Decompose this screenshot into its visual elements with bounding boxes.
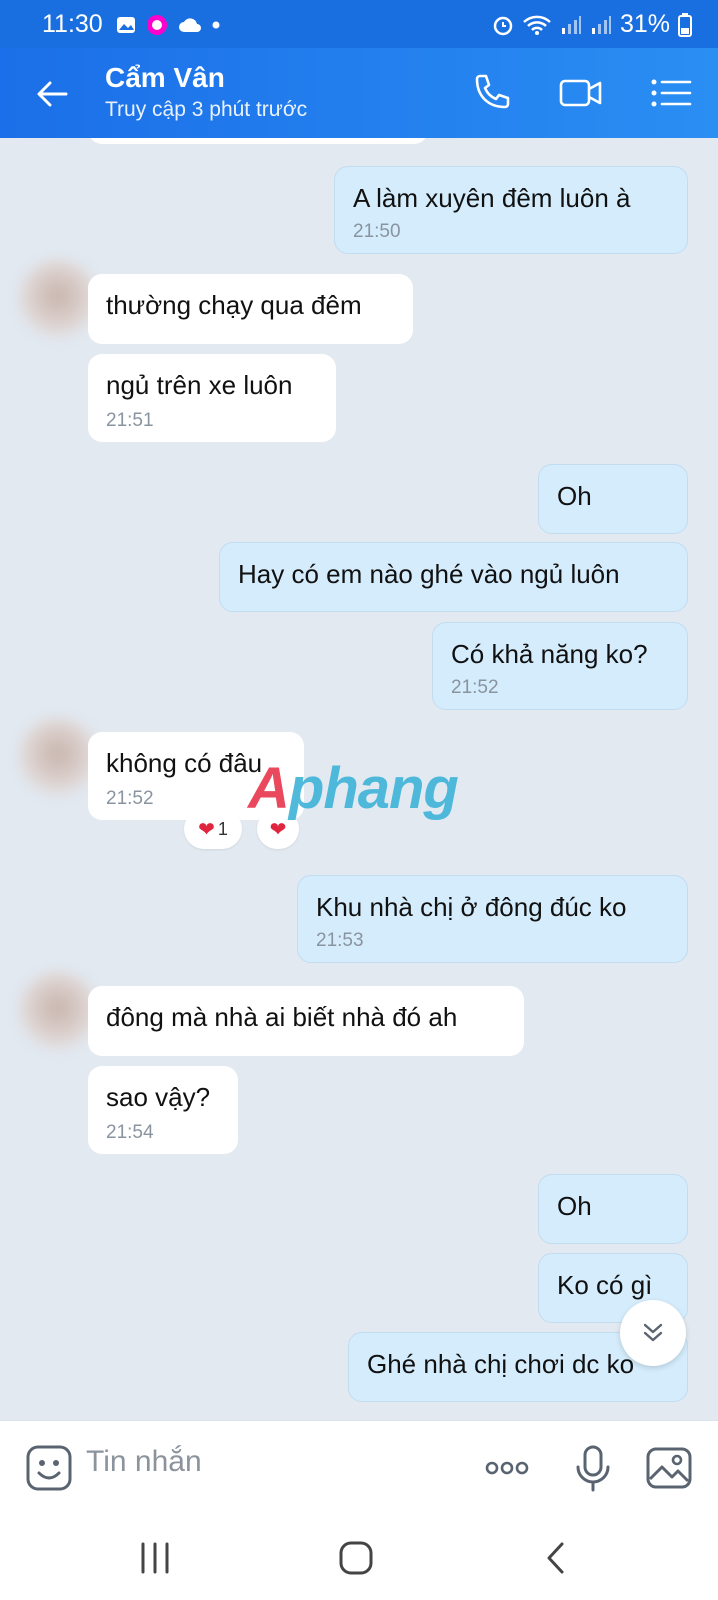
message-text: đông mà nhà ai biết nhà đó ah — [106, 1002, 458, 1032]
message-time: 21:52 — [106, 788, 154, 809]
message-text: Khu nhà chị ở đông đúc ko — [316, 892, 627, 922]
microphone-icon[interactable] — [568, 1443, 618, 1493]
watermark-rest: phang — [288, 756, 459, 821]
message-text: ngủ trên xe luôn — [106, 370, 293, 400]
message-bubble-partial — [88, 138, 428, 144]
back-arrow-icon[interactable] — [30, 72, 74, 116]
last-seen-status: Truy cập 3 phút trước — [105, 98, 308, 121]
message-time: 21:50 — [353, 221, 401, 242]
avatar[interactable] — [18, 718, 98, 798]
more-options-icon[interactable] — [482, 1443, 532, 1493]
message-bubble[interactable]: thường chạy qua đêm — [88, 274, 413, 344]
scroll-down-button[interactable] — [620, 1300, 686, 1366]
avatar[interactable] — [18, 260, 98, 340]
image-icon[interactable] — [644, 1443, 694, 1493]
message-text: thường chạy qua đêm — [106, 290, 362, 320]
message-bubble[interactable]: Hay có em nào ghé vào ngủ luôn — [219, 542, 688, 612]
notification-icons — [116, 14, 220, 36]
back-nav-icon[interactable] — [535, 1536, 579, 1580]
phone-icon[interactable] — [468, 70, 514, 116]
message-bubble[interactable]: Oh — [538, 464, 688, 534]
emoji-icon[interactable] — [24, 1443, 74, 1493]
message-text: Có khả năng ko? — [451, 639, 648, 669]
avatar[interactable] — [18, 972, 98, 1052]
alarm-icon — [493, 16, 513, 35]
reaction-count: 1 — [217, 818, 228, 839]
wifi-icon — [523, 15, 551, 35]
message-bubble[interactable]: ngủ trên xe luôn 21:51 — [88, 354, 336, 442]
message-time: 21:51 — [106, 410, 154, 431]
signal-icon — [561, 15, 581, 34]
dot-icon — [212, 21, 220, 29]
signal-2-icon — [591, 15, 611, 34]
message-text: Oh — [557, 481, 592, 511]
chat-header: Cẩm Vân Truy cập 3 phút trước — [0, 48, 718, 138]
message-bubble[interactable]: A làm xuyên đêm luôn à 21:50 — [334, 166, 688, 254]
message-text: Oh — [557, 1191, 592, 1221]
status-time: 11:30 — [42, 10, 103, 38]
app-notification-icon — [147, 15, 167, 35]
message-time: 21:54 — [106, 1122, 154, 1143]
message-text: Hay có em nào ghé vào ngủ luôn — [238, 559, 620, 589]
message-text: Ghé nhà chị chơi dc ko — [367, 1349, 635, 1379]
message-bubble[interactable]: Khu nhà chị ở đông đúc ko 21:53 — [297, 875, 688, 963]
battery-icon — [678, 12, 692, 37]
home-icon[interactable] — [334, 1536, 378, 1580]
message-bubble[interactable]: Oh — [538, 1174, 688, 1244]
heart-icon: ❤ — [198, 818, 215, 841]
message-input-bar: Tin nhắn — [0, 1420, 718, 1517]
message-bubble[interactable]: sao vậy? 21:54 — [88, 1066, 238, 1154]
scroll-down-icon — [643, 1323, 663, 1342]
message-bubble[interactable]: Có khả năng ko? 21:52 — [432, 622, 688, 710]
contact-name[interactable]: Cẩm Vân — [105, 62, 225, 94]
message-text: sao vậy? — [106, 1082, 211, 1112]
reaction-count-badge[interactable]: ❤ 1 — [184, 809, 242, 849]
watermark-first-letter: A — [248, 756, 290, 821]
message-text: Ko có gì — [557, 1270, 653, 1300]
message-text: A làm xuyên đêm luôn à — [353, 183, 631, 213]
message-bubble[interactable]: đông mà nhà ai biết nhà đó ah — [88, 986, 524, 1056]
message-time: 21:52 — [451, 677, 499, 698]
status-bar: 11:30 31% — [0, 0, 718, 48]
battery-percent: 31% — [619, 10, 670, 38]
message-input[interactable]: Tin nhắn — [86, 1445, 202, 1479]
cloud-icon — [179, 18, 201, 32]
watermark: Aphang — [248, 755, 459, 822]
menu-list-icon[interactable] — [648, 70, 694, 116]
gallery-notification-icon — [117, 17, 135, 33]
video-call-icon[interactable] — [558, 70, 604, 116]
status-right: 31% — [492, 10, 692, 39]
message-time: 21:53 — [316, 930, 364, 951]
system-navigation-bar — [0, 1516, 718, 1600]
recent-apps-icon[interactable] — [133, 1536, 177, 1580]
